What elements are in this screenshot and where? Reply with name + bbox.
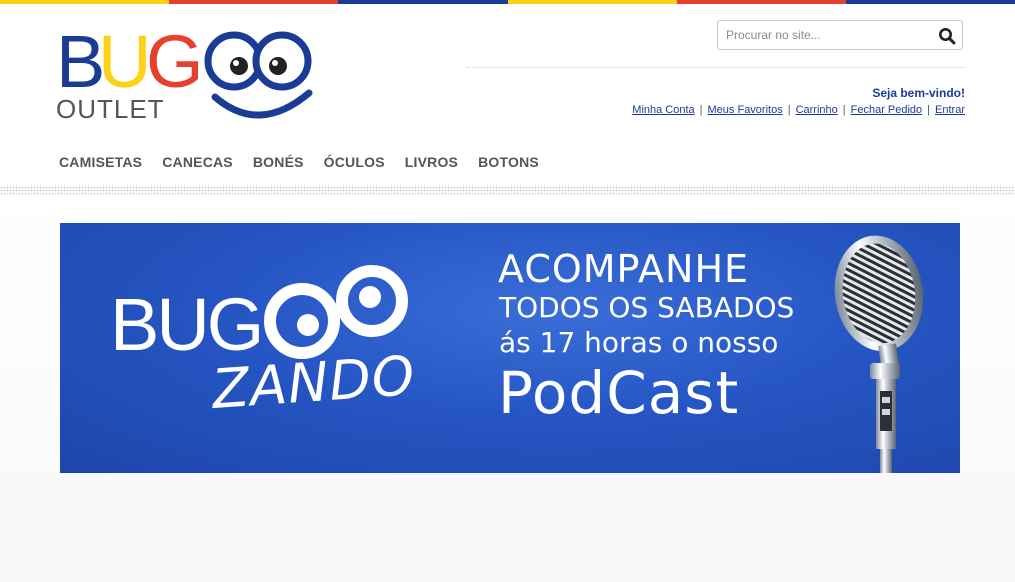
microphone-icon xyxy=(834,235,924,473)
banner-brand-bottom: ZANDO xyxy=(210,343,418,422)
search-icon[interactable] xyxy=(938,27,956,45)
welcome-text: Seja bem-vindo! xyxy=(872,86,965,100)
nav-item-oculos[interactable]: ÓCULOS xyxy=(324,154,385,170)
link-minha-conta[interactable]: Minha Conta xyxy=(632,104,694,116)
color-stripe xyxy=(169,0,339,4)
link-carrinho[interactable]: Carrinho xyxy=(796,104,838,116)
search-input[interactable] xyxy=(718,21,939,49)
color-stripe xyxy=(0,0,170,4)
link-separator: | xyxy=(842,104,846,116)
color-stripe xyxy=(338,0,508,4)
nav-item-camisetas[interactable]: CAMISETAS xyxy=(59,154,142,170)
link-separator: | xyxy=(787,104,791,116)
color-stripe xyxy=(845,0,1015,4)
logo-letter-u: U xyxy=(98,20,151,103)
header-divider xyxy=(466,67,965,68)
link-entrar[interactable]: Entrar xyxy=(935,104,965,116)
link-separator: | xyxy=(699,104,703,116)
link-separator: | xyxy=(927,104,931,116)
main-nav: CAMISETAS CANECAS BONÉS ÓCULOS LIVROS BO… xyxy=(59,154,559,170)
banner-line-1: ACOMPANHE xyxy=(498,247,750,291)
banner-brand-top: BUG xyxy=(110,283,264,366)
link-fechar-pedido[interactable]: Fechar Pedido xyxy=(851,104,923,116)
banner-line-4: PodCast xyxy=(498,359,740,427)
nav-item-bones[interactable]: BONÉS xyxy=(253,154,304,170)
podcast-banner[interactable]: BUG ZANDO ACOMPANHE TODOS OS SABADOS ás … xyxy=(60,223,960,473)
nav-item-canecas[interactable]: CANECAS xyxy=(162,154,233,170)
logo-letter-g: G xyxy=(146,20,204,103)
nav-item-livros[interactable]: LIVROS xyxy=(405,154,458,170)
logo-letter-b: B xyxy=(56,20,105,103)
banner-line-3: ás 17 horas o nosso xyxy=(499,326,779,359)
account-links: Minha Conta | Meus Favoritos | Carrinho | Fech… xyxy=(632,104,965,116)
search-box xyxy=(717,20,963,50)
link-meus-favoritos[interactable]: Meus Favoritos xyxy=(708,104,783,116)
banner-line-2: TODOS OS SABADOS xyxy=(499,291,795,324)
color-stripe xyxy=(676,0,846,4)
logo-face-icon xyxy=(204,31,313,119)
top-color-bar xyxy=(0,0,1015,4)
site-logo[interactable]: B U G OUTLET xyxy=(56,25,318,125)
color-stripe xyxy=(507,0,677,4)
nav-divider xyxy=(0,186,1015,195)
logo-subtitle: OUTLET xyxy=(56,94,165,124)
nav-item-botons[interactable]: BOTONS xyxy=(478,154,539,170)
